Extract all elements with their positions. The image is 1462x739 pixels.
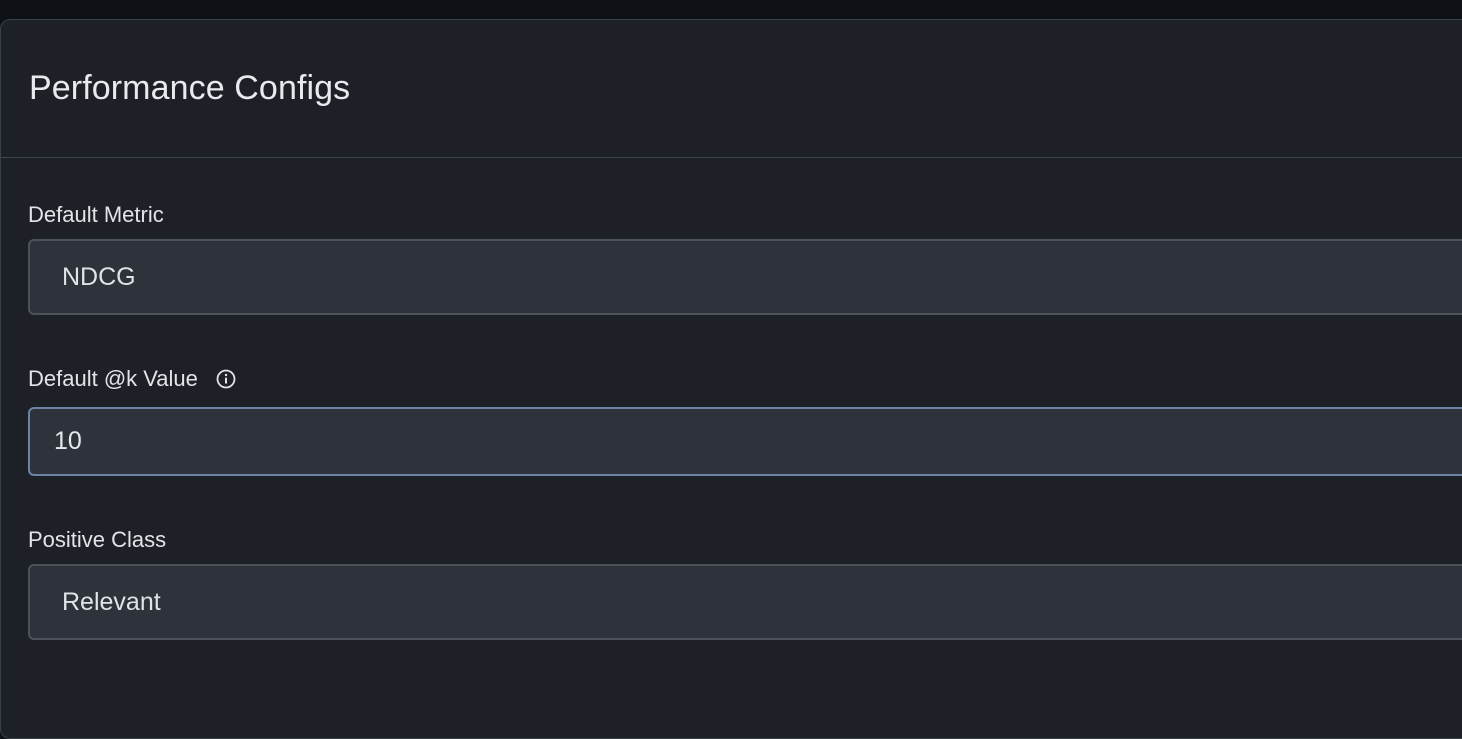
default-k-label: Default @k Value [28, 366, 236, 392]
default-k-label-text: Default @k Value [28, 366, 198, 391]
positive-class-label: Positive Class [28, 527, 166, 553]
positive-class-value: Relevant [62, 588, 161, 616]
positive-class-select[interactable]: Relevant [28, 564, 1462, 640]
info-icon[interactable] [216, 369, 236, 389]
positive-class-label-text: Positive Class [28, 527, 167, 552]
default-metric-select[interactable]: NDCG [28, 239, 1462, 315]
default-metric-label: Default Metric [28, 202, 164, 228]
default-metric-label-text: Default Metric [28, 202, 164, 227]
default-k-input[interactable] [28, 407, 1462, 476]
default-metric-value: NDCG [62, 263, 136, 291]
panel-title: Performance Configs [29, 69, 351, 107]
panel-header: Performance Configs [1, 20, 1462, 158]
